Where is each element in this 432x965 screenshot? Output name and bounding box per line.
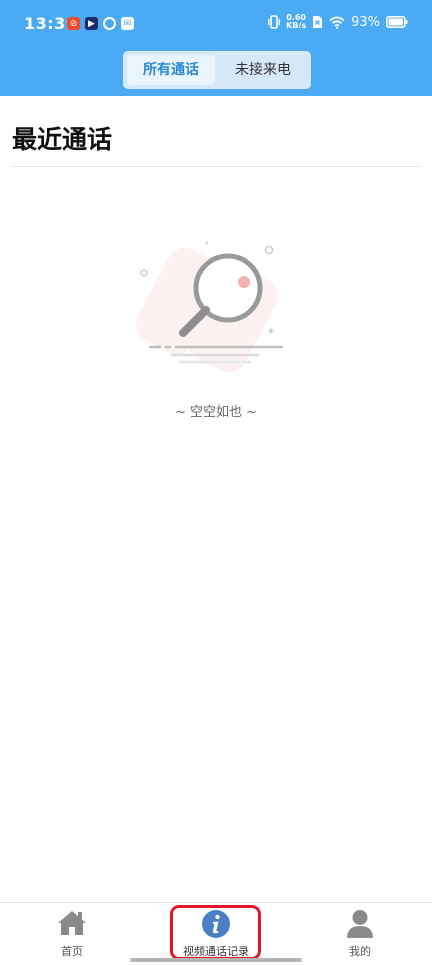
battery-percent: 93% <box>351 14 380 30</box>
nav-profile-label: 我的 <box>349 945 371 958</box>
nav-profile[interactable]: 我的 <box>310 903 410 965</box>
net-speed: 0.60 KB/s <box>286 13 307 30</box>
red-app-icon: ⊘ <box>67 17 80 30</box>
home-indicator <box>130 958 302 962</box>
home-icon <box>58 911 86 935</box>
notification-icons: ⊘ ▶ ✉ <box>67 17 134 30</box>
title-divider <box>12 166 420 167</box>
wifi-icon <box>329 16 345 29</box>
tab-missed-calls[interactable]: 未接来电 <box>219 55 307 85</box>
video-app-icon: ▶ <box>85 17 98 30</box>
user-icon <box>347 910 373 938</box>
no-sim-icon <box>313 16 323 28</box>
status-bar: 13:39 ⊘ ▶ ✉ 0.60 KB/s 93% <box>0 0 432 48</box>
empty-state-illustration <box>136 241 284 373</box>
page-title: 最近通话 <box>12 125 113 154</box>
nav-home-label: 首页 <box>61 945 83 958</box>
nav-home[interactable]: 首页 <box>22 903 122 965</box>
call-filter-tabs: 所有通话 未接来电 <box>123 51 311 89</box>
empty-state-text: ~ 空空如也 ~ <box>174 405 258 420</box>
system-icons: 0.60 KB/s 93% <box>268 14 408 30</box>
ring-app-icon <box>103 17 116 30</box>
battery-icon <box>386 16 408 28</box>
mail-icon: ✉ <box>121 17 134 30</box>
vibrate-icon <box>268 15 280 29</box>
tab-all-calls[interactable]: 所有通话 <box>127 55 215 85</box>
highlight-annotation <box>170 905 261 960</box>
app-header: 13:39 ⊘ ▶ ✉ 0.60 KB/s 93% 所有通话 未接来电 <box>0 0 432 96</box>
